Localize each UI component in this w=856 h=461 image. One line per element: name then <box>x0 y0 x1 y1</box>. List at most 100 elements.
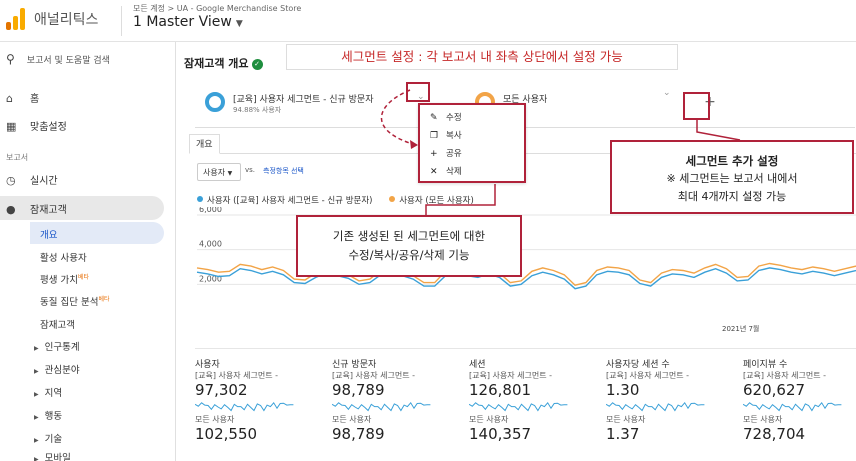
tab-overview[interactable]: 개요 <box>189 134 220 154</box>
search-icon: ⚲ <box>6 52 15 66</box>
sidebar-subitem-audiences[interactable]: 잠재고객 <box>40 317 75 331</box>
triangle-right-icon: ▶ <box>34 391 39 398</box>
sidebar-item-label: 실시간 <box>30 176 58 187</box>
segment-context-menu: ✎ 수정 ❐ 복사 + 공유 ✕ 삭제 <box>418 103 526 183</box>
view-selector[interactable]: 1 Master View ▼ <box>133 14 243 30</box>
metric-segment-name: [교육] 사용자 세그먼트 - <box>332 371 415 380</box>
metric-label: 신규 방문자 <box>332 360 377 370</box>
segment-1-share: 94.88% 사용자 <box>233 106 282 114</box>
menu-item-edit[interactable]: ✎ 수정 <box>430 111 462 123</box>
sidebar-item-realtime[interactable]: ◷ 실시간 <box>6 172 58 187</box>
subitem-label: 잠재고객 <box>40 320 75 331</box>
sidebar-tree-technology[interactable]: ▶ 기술 <box>34 431 62 445</box>
header-divider <box>121 6 122 36</box>
y-tick-label: 2,000 <box>199 274 222 283</box>
menu-item-share[interactable]: + 공유 <box>430 147 462 159</box>
sidebar-tree-interests[interactable]: ▶ 관심분야 <box>34 362 80 376</box>
analytics-logo-icon[interactable] <box>6 8 26 30</box>
top-bar: 애널리틱스 모든 계정 > UA - Google Merchandise St… <box>0 0 856 42</box>
metric-segment-name: [교육] 사용자 세그먼트 - <box>606 371 689 380</box>
metric-select[interactable]: 사용자 ▼ <box>197 163 241 181</box>
copy-icon: ❐ <box>430 131 439 141</box>
sidebar-search[interactable]: ⚲ 보고서 및 도움말 검색 <box>6 52 110 66</box>
metric-segment-name: 모든 사용자 <box>606 415 646 424</box>
y-tick-label: 4,000 <box>199 240 222 249</box>
view-name: 1 Master View <box>133 14 232 30</box>
segment-ring-icon <box>205 92 225 112</box>
triangle-right-icon: ▶ <box>34 414 39 421</box>
tree-label: 행동 <box>44 411 63 422</box>
menu-item-label: 공유 <box>446 149 462 159</box>
sidebar-tree-mobile[interactable]: ▶ 모바일 <box>34 450 71 461</box>
sidebar-item-home[interactable]: ⌂ 홈 <box>6 90 39 105</box>
metric-value: 102,550 <box>195 425 258 443</box>
legend-dot <box>197 196 203 202</box>
app-root: 애널리틱스 모든 계정 > UA - Google Merchandise St… <box>0 0 856 461</box>
caret-down-icon: ▼ <box>227 170 233 177</box>
subitem-label: 개요 <box>40 230 58 241</box>
search-placeholder: 보고서 및 도움말 검색 <box>26 56 110 66</box>
sidebar-subitem-active-users[interactable]: 활성 사용자 <box>40 250 87 264</box>
legend-dot <box>389 196 396 202</box>
metric-segment-name: [교육] 사용자 세그먼트 - <box>743 371 826 380</box>
tree-label: 모바일 <box>44 453 71 461</box>
triangle-right-icon: ▶ <box>34 345 39 352</box>
callout-line: ※ 세그먼트는 보고서 내에서 <box>666 172 798 185</box>
metric-value: 97,302 <box>195 381 248 399</box>
callout-line: 기존 생성된 된 세그먼트에 대한 <box>332 229 486 243</box>
legend-label: 사용자 ([교육] 사용자 세그먼트 - 신규 방문자) <box>207 196 373 206</box>
metric-label: 사용자 <box>195 360 220 370</box>
sidebar-subitem-cohort[interactable]: 동질 집단 분석베타 <box>40 294 110 308</box>
sidebar-subitem-overview[interactable]: 개요 <box>40 227 57 241</box>
callout-edit-functions: 기존 생성된 된 세그먼트에 대한 수정/복사/공유/삭제 기능 <box>296 215 522 277</box>
metric-card[interactable]: 사용자당 세션 수 [교육] 사용자 세그먼트 -1.30 모든 사용자 1.37 <box>606 357 736 444</box>
sidebar-subitem-lifetime-value[interactable]: 평생 가치베타 <box>40 272 89 286</box>
callout-add-segment: 세그먼트 추가 설정 ※ 세그먼트는 보고서 내에서 최대 4개까지 설정 가능 <box>610 140 854 214</box>
sidebar-item-audience[interactable]: ● 잠재고객 <box>6 201 67 216</box>
sparkline-path <box>332 401 431 412</box>
add-segment-highlight <box>683 92 710 120</box>
compare-metric-link[interactable]: 측정항목 선택 <box>263 166 304 176</box>
sidebar-tree-demographics[interactable]: ▶ 인구통계 <box>34 339 80 353</box>
metric-segment-name: 모든 사용자 <box>195 415 235 424</box>
breadcrumb[interactable]: 모든 계정 > UA - Google Merchandise Store <box>133 3 301 14</box>
metric-value: 140,357 <box>469 425 532 443</box>
menu-item-copy[interactable]: ❐ 복사 <box>430 129 462 141</box>
metric-card[interactable]: 사용자 [교육] 사용자 세그먼트 -97,302 모든 사용자 102,550 <box>195 357 325 444</box>
metric-value: 620,627 <box>743 381 806 399</box>
triangle-right-icon: ▶ <box>34 368 39 375</box>
tree-label: 인구통계 <box>44 342 80 353</box>
sidebar-tree-geo[interactable]: ▶ 지역 <box>34 385 62 399</box>
tree-label: 지역 <box>44 388 63 399</box>
clock-icon: ◷ <box>6 174 16 187</box>
segment-1-name[interactable]: [교육] 사용자 세그먼트 - 신규 방문자 <box>233 92 374 105</box>
metric-value: 728,704 <box>743 425 806 443</box>
sparkline <box>332 401 431 412</box>
metric-value: 1.30 <box>606 381 640 399</box>
metric-card[interactable]: 세션 [교육] 사용자 세그먼트 -126,801 모든 사용자 140,357 <box>469 357 599 444</box>
close-icon: ✕ <box>430 167 438 177</box>
callout-title: 세그먼트 추가 설정 <box>685 154 779 168</box>
sidebar-item-label: 홈 <box>30 94 40 105</box>
triangle-right-icon: ▶ <box>34 456 39 461</box>
sidebar: ⚲ 보고서 및 도움말 검색 ⌂ 홈 ▦ 맞춤설정 보고서 ◷ 실시간 ● 잠재고객 개요… <box>0 42 176 461</box>
metric-card[interactable]: 페이지뷰 수 [교육] 사용자 세그먼트 -620,627 모든 사용자 728,70… <box>743 357 856 444</box>
legend-label: 사용자 (모든 사용자) <box>399 196 474 206</box>
caret-down-icon: ▼ <box>235 19 243 29</box>
subitem-label: 평생 가치 <box>40 275 78 287</box>
metric-value: 1.37 <box>606 425 640 443</box>
metric-card[interactable]: 신규 방문자 [교육] 사용자 세그먼트 -98,789 모든 사용자 98,789 <box>332 357 462 444</box>
app-name: 애널리틱스 <box>34 12 99 28</box>
page-title: 잠재고객 개요 ✓ <box>184 55 263 71</box>
sidebar-tree-behavior[interactable]: ▶ 행동 <box>34 408 62 422</box>
sparkline <box>606 401 705 412</box>
metric-select-value: 사용자 <box>203 168 226 177</box>
sidebar-item-label: 맞춤설정 <box>30 122 67 133</box>
sidebar-item-custom[interactable]: ▦ 맞춤설정 <box>6 118 67 133</box>
menu-item-delete[interactable]: ✕ 삭제 <box>430 165 462 177</box>
callout-line: 수정/복사/공유/삭제 기능 <box>348 248 470 262</box>
metric-segment-name: [교육] 사용자 세그먼트 - <box>469 371 552 380</box>
sparkline-path <box>195 401 294 412</box>
segment-2-caret-icon[interactable]: ⌄ <box>663 88 671 98</box>
x-axis-label: 2021년 7월 <box>722 324 759 332</box>
